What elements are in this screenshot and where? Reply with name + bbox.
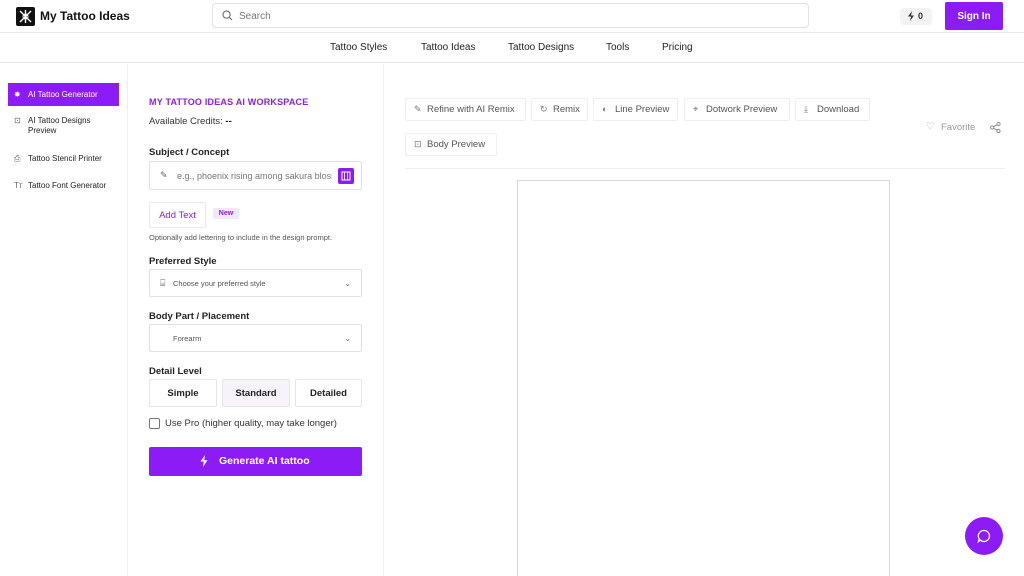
toolbar-divider — [405, 168, 1005, 169]
workspace-title: MY TATTOO IDEAS AI WORKSPACE — [149, 97, 309, 107]
refresh-icon: ↻ — [540, 104, 548, 114]
main-nav: Tattoo Styles Tattoo Ideas Tattoo Design… — [0, 33, 1024, 63]
sidebar-item-ai-tattoo-generator[interactable]: ✸ AI Tattoo Generator — [8, 83, 119, 106]
palette-icon: ⌸ — [160, 278, 166, 288]
chat-icon — [977, 529, 991, 543]
brand-name[interactable]: My Tattoo Ideas — [40, 9, 130, 23]
chevron-down-icon: ⌄ — [344, 334, 351, 343]
new-badge: New — [213, 208, 239, 219]
nav-pricing[interactable]: Pricing — [662, 42, 693, 53]
chat-button[interactable] — [965, 517, 1003, 555]
sidebar-item-label: Tattoo Font Generator — [28, 181, 107, 190]
remix-label: Remix — [553, 104, 580, 115]
nav-tattoo-designs[interactable]: Tattoo Designs — [508, 42, 574, 53]
dotwork-preview-label: Dotwork Preview — [706, 104, 778, 115]
chevron-down-icon: ⌄ — [344, 279, 351, 288]
subject-field[interactable]: ✎ — [149, 161, 362, 190]
download-label: Download — [817, 104, 860, 115]
detail-standard-button[interactable]: Standard — [222, 379, 290, 407]
remix-button[interactable]: ↻ Remix — [531, 98, 588, 121]
use-pro-checkbox[interactable] — [149, 418, 160, 429]
line-preview-label: Line Preview — [615, 104, 670, 115]
add-text-hint: Optionally add lettering to include in t… — [149, 233, 333, 242]
brand-logo-icon[interactable] — [16, 7, 35, 26]
font-icon: Tт — [14, 181, 23, 190]
credits-label: Available Credits: — [149, 116, 223, 127]
subject-label: Subject / Concept — [149, 147, 230, 158]
favorite-label: Favorite — [941, 122, 976, 133]
nav-tools[interactable]: Tools — [606, 42, 629, 53]
dotwork-preview-button[interactable]: ⌖ Dotwork Preview — [684, 98, 790, 121]
subject-input[interactable] — [177, 169, 332, 183]
credits-indicator[interactable]: 0 — [900, 8, 932, 25]
download-button[interactable]: ⤓ Download — [795, 98, 870, 121]
top-header: My Tattoo Ideas 0 Sign In — [0, 0, 1024, 33]
printer-icon: ⎙ — [14, 154, 21, 163]
sparkle-icon: ✸ — [14, 90, 21, 99]
credits-count: 0 — [918, 11, 924, 21]
line-preview-button[interactable]: ◐ Line Preview — [593, 98, 678, 121]
sign-in-button[interactable]: Sign In — [945, 2, 1003, 30]
generate-label: Generate AI tattoo — [219, 455, 310, 467]
search-icon — [222, 10, 233, 21]
prompt-library-button[interactable] — [338, 168, 354, 184]
style-select-value: Choose your preferred style — [173, 279, 266, 288]
sidebar-item-label: Tattoo Stencil Printer — [28, 154, 102, 163]
refine-remix-button[interactable]: ✎ Refine with AI Remix — [405, 98, 526, 121]
use-pro-label: Use Pro (higher quality, may take longer… — [165, 418, 337, 429]
refine-remix-label: Refine with AI Remix — [427, 104, 515, 115]
drop-icon: ◐ — [602, 104, 608, 114]
style-select[interactable]: ⌸ Choose your preferred style ⌄ — [149, 269, 362, 297]
credits-value: -- — [225, 116, 232, 127]
pencil-icon: ✎ — [160, 170, 168, 180]
bolt-icon — [908, 11, 914, 21]
available-credits: Available Credits: -- — [149, 116, 232, 127]
scan-icon: ⊡ — [414, 139, 422, 149]
tattoo-preview-canvas — [517, 180, 890, 576]
nav-tattoo-styles[interactable]: Tattoo Styles — [330, 42, 387, 53]
detail-level-label: Detail Level — [149, 366, 202, 377]
add-text-button[interactable]: Add Text — [149, 202, 206, 228]
detail-detailed-button[interactable]: Detailed — [295, 379, 362, 407]
download-icon: ⤓ — [804, 104, 808, 114]
bolt-icon — [200, 455, 208, 467]
sidebar — [0, 64, 128, 576]
heart-icon: ♡ — [926, 121, 935, 132]
body-preview-label: Body Preview — [427, 139, 486, 150]
sidebar-item-label: AI Tattoo Designs Preview — [28, 116, 91, 135]
style-label: Preferred Style — [149, 256, 217, 267]
nav-tattoo-ideas[interactable]: Tattoo Ideas — [421, 42, 475, 53]
search-bar[interactable] — [212, 3, 809, 28]
pencil-icon: ✎ — [414, 104, 422, 114]
panel-divider — [383, 64, 384, 576]
detail-simple-button[interactable]: Simple — [149, 379, 217, 407]
scan-icon: ⊡ — [14, 116, 21, 125]
crosshair-icon: ⌖ — [693, 104, 699, 114]
sidebar-item-label: AI Tattoo Generator — [28, 90, 98, 99]
book-icon — [341, 171, 351, 181]
share-icon[interactable] — [990, 122, 1001, 133]
search-input[interactable] — [239, 8, 779, 24]
body-preview-button[interactable]: ⊡ Body Preview — [405, 133, 497, 156]
body-part-label: Body Part / Placement — [149, 311, 250, 322]
generate-button[interactable]: Generate AI tattoo — [149, 447, 362, 476]
body-part-select[interactable]: Forearm ⌄ — [149, 324, 362, 352]
body-part-select-value: Forearm — [173, 334, 202, 343]
